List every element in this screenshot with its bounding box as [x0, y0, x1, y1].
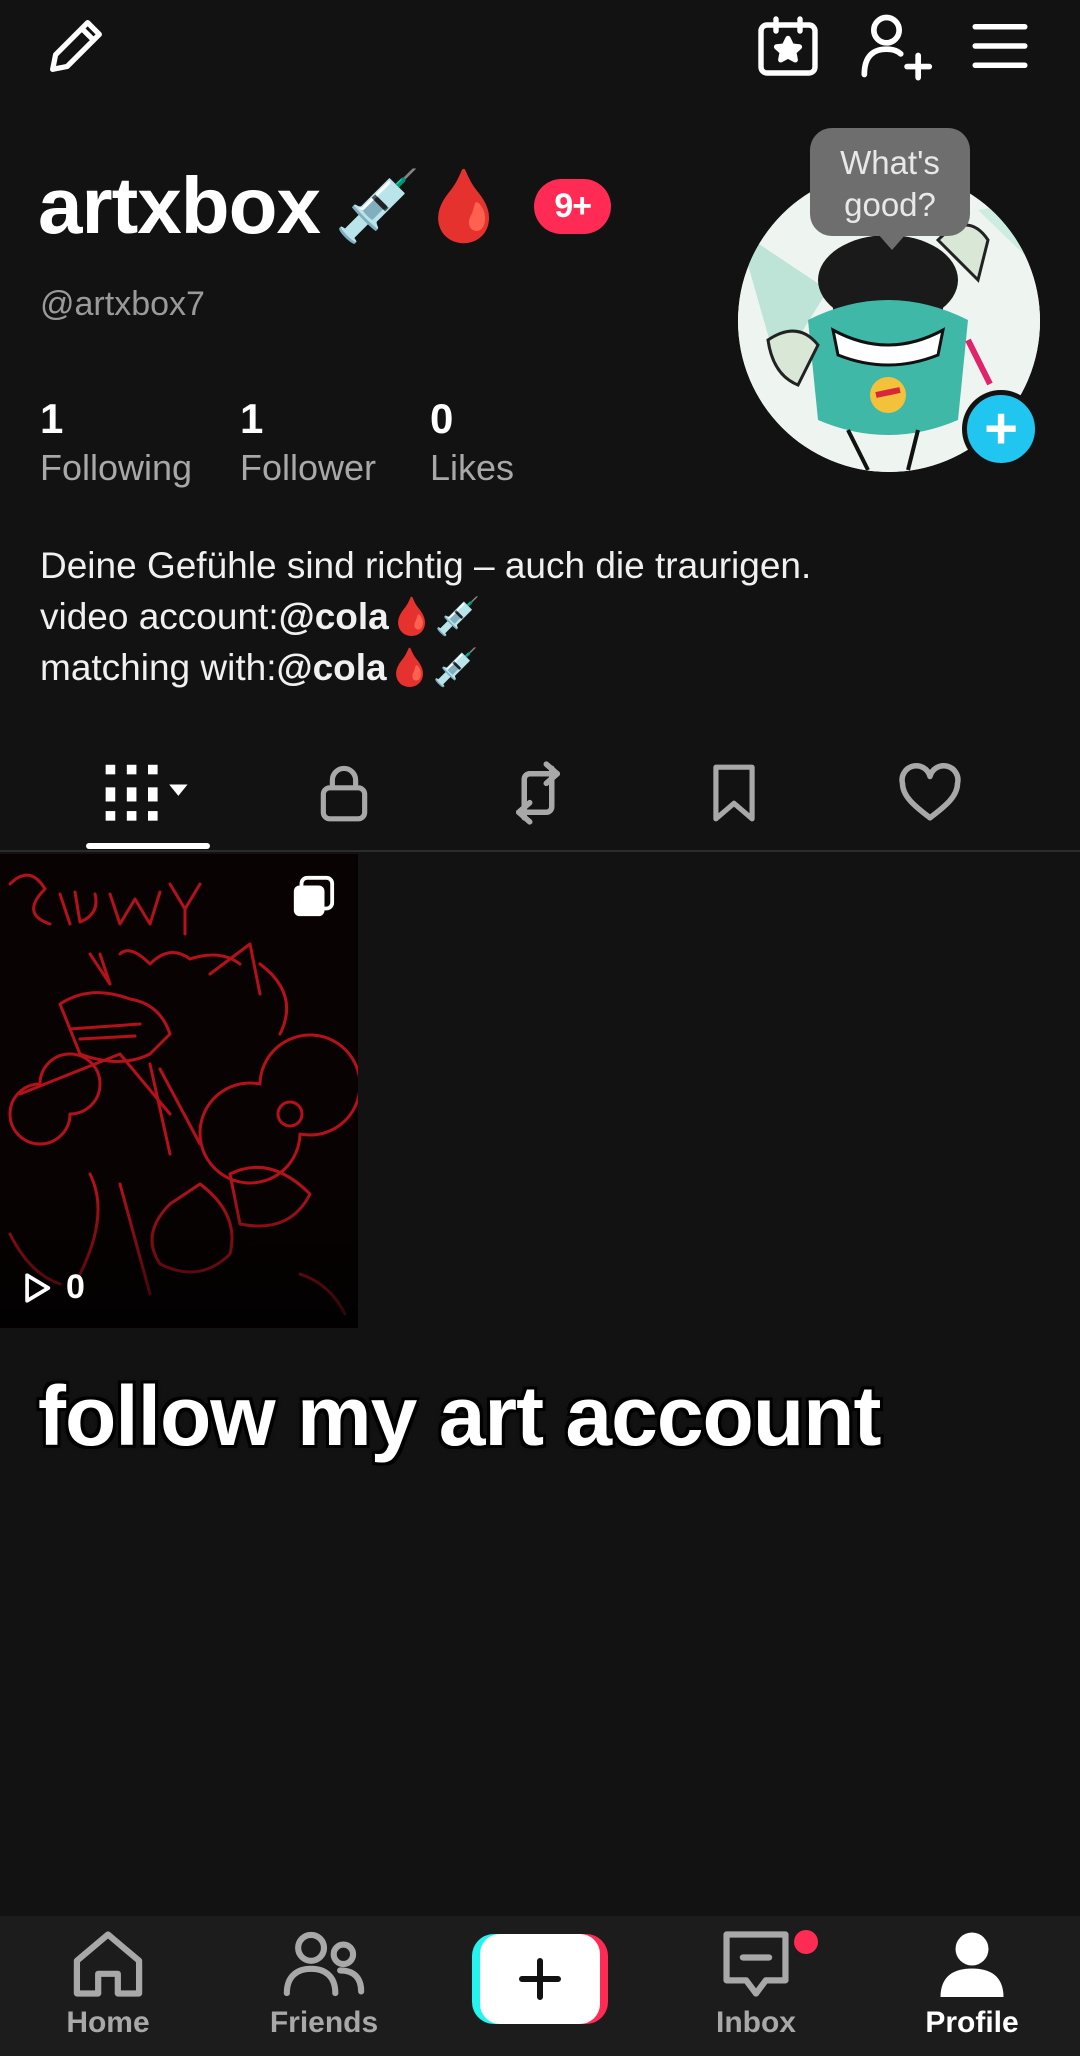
- nav-friends[interactable]: Friends: [244, 1928, 404, 2040]
- avatar-note-text: What's good?: [840, 144, 940, 223]
- pencil-icon: [50, 20, 102, 72]
- tab-videos[interactable]: [100, 755, 196, 831]
- profile-tabs: [0, 735, 1080, 851]
- plus-icon: [519, 1958, 561, 2000]
- stat-label: Following: [40, 447, 193, 488]
- stat-value: 0: [430, 395, 454, 442]
- bio-emojis: 🩸💉: [388, 596, 481, 637]
- stat-value: 1: [40, 395, 64, 442]
- multi-image-icon: [290, 874, 336, 925]
- stat-followers[interactable]: 1 Follower: [240, 395, 390, 489]
- stat-label: Follower: [240, 447, 377, 488]
- inbox-icon: [723, 1931, 789, 1997]
- nav-label: Friends: [269, 2006, 379, 2039]
- calendar-star-icon: [758, 16, 818, 76]
- video-view-count: 0: [20, 1268, 85, 1307]
- bio-emojis: 🩸💉: [386, 647, 479, 688]
- lock-icon: [320, 765, 368, 822]
- divider: [0, 850, 1080, 852]
- nav-label: Profile: [925, 2006, 1019, 2039]
- stat-value: 1: [240, 395, 264, 442]
- bio-text: video account:: [40, 596, 279, 637]
- view-count: 0: [66, 1268, 85, 1306]
- bio-mention-link[interactable]: @cola: [277, 647, 387, 688]
- profile-name-row: artxbox 💉🩸 9+: [38, 160, 612, 252]
- add-person-icon: [861, 14, 933, 81]
- bookmark-icon: [713, 764, 755, 822]
- display-name: artxbox: [38, 161, 321, 250]
- bio-text: matching with:: [40, 647, 277, 688]
- nav-label: Inbox: [716, 2006, 796, 2039]
- tab-liked[interactable]: [882, 755, 978, 831]
- stat-likes[interactable]: 0 Likes: [430, 395, 550, 489]
- inbox-notification-dot: [794, 1930, 818, 1954]
- tab-reposts[interactable]: [490, 755, 586, 831]
- edit-profile-button[interactable]: [36, 6, 116, 86]
- active-tab-indicator: [86, 843, 210, 849]
- user-handle: @artxbox7: [40, 285, 205, 323]
- add-avatar-story-button[interactable]: +: [962, 390, 1040, 468]
- plus-icon: +: [984, 396, 1018, 461]
- thumbnail-artwork: [0, 854, 358, 1328]
- name-emojis: 💉🩸: [333, 164, 507, 247]
- profile-bio: Deine Gefühle sind richtig – auch die tr…: [40, 540, 811, 693]
- stat-label: Likes: [430, 447, 515, 488]
- heart-icon: [899, 763, 961, 821]
- home-icon: [73, 1931, 143, 1997]
- bio-line: matching with:@cola🩸💉: [40, 642, 811, 693]
- video-thumbnail[interactable]: [0, 854, 358, 1328]
- grid-icon: [105, 764, 188, 821]
- stat-following[interactable]: 1 Following: [40, 395, 200, 489]
- nav-profile[interactable]: Profile: [892, 1928, 1052, 2040]
- avatar-note-bubble[interactable]: What's good?: [810, 128, 970, 250]
- create-button-face: [480, 1934, 600, 2024]
- tab-favorites[interactable]: [686, 755, 782, 831]
- repost-icon: [516, 761, 560, 825]
- nav-label: Home: [66, 2006, 150, 2039]
- add-friend-button[interactable]: [854, 4, 938, 88]
- profile-stats: 1 Following 1 Follower 0 Likes: [40, 395, 590, 489]
- friends-icon: [283, 1931, 365, 1997]
- create-button[interactable]: [472, 1934, 608, 2024]
- bio-mention-link[interactable]: @cola: [279, 596, 389, 637]
- overlay-caption: follow my art account: [38, 1369, 881, 1463]
- tab-private[interactable]: [296, 755, 392, 831]
- play-icon: [25, 1272, 51, 1303]
- hamburger-menu-icon: [972, 24, 1028, 68]
- notification-badge[interactable]: 9+: [534, 178, 612, 234]
- bio-line: Deine Gefühle sind richtig – auch die tr…: [40, 545, 812, 586]
- menu-button[interactable]: [960, 6, 1040, 86]
- bio-line: video account:@cola🩸💉: [40, 591, 811, 642]
- nav-home[interactable]: Home: [28, 1928, 188, 2040]
- events-button[interactable]: [748, 6, 828, 86]
- profile-icon: [940, 1932, 1004, 1997]
